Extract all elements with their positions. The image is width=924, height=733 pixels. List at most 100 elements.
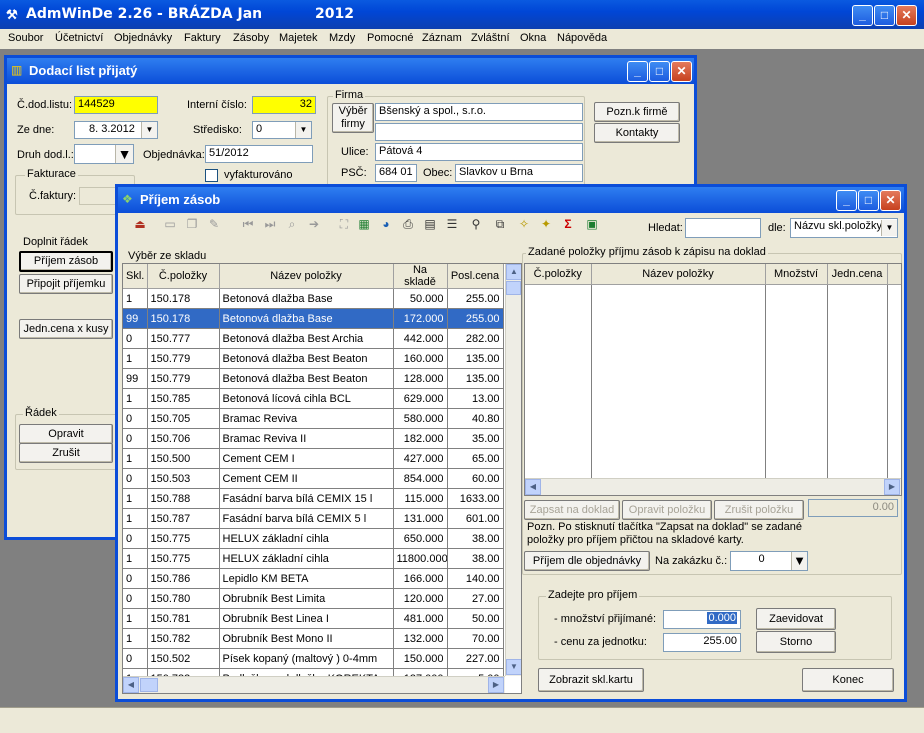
menu-soubor[interactable]: Soubor bbox=[8, 32, 43, 44]
firma-name-input[interactable]: Bšenský a spol., s.r.o. bbox=[375, 103, 583, 121]
col-nasklade[interactable]: Na skladě bbox=[393, 264, 448, 289]
scroll-right-icon[interactable]: ▶ bbox=[488, 677, 504, 693]
hledat-input[interactable] bbox=[685, 218, 761, 238]
wand2-icon[interactable]: ✦ bbox=[538, 216, 554, 232]
stredisko-dropdown-icon[interactable]: ▼ bbox=[295, 122, 311, 138]
stredisko-select[interactable]: 0 ▼ bbox=[252, 121, 312, 139]
prijem-title-bar[interactable]: ❖ Příjem zásob _ □ ✕ bbox=[118, 187, 904, 213]
hscroll-thumb[interactable] bbox=[140, 678, 158, 692]
table-row[interactable]: 0 150.777 Betonová dlažba Best Archia 442.0… bbox=[123, 328, 504, 349]
table-row[interactable]: 1 150.775 HELUX základní cihla 11800.000 38.… bbox=[123, 548, 504, 569]
entered-scroll-left-icon[interactable]: ◀ bbox=[525, 479, 541, 495]
dodaci-close-icon[interactable]: ✕ bbox=[671, 61, 692, 82]
druh-dropdown-icon[interactable]: ▼ bbox=[115, 145, 133, 163]
menu-zaznam[interactable]: Záznam bbox=[422, 32, 462, 44]
table-row[interactable]: 1 150.782 Obrubník Best Mono II 132.000 70.0… bbox=[123, 628, 504, 649]
menu-zasoby[interactable]: Zásoby bbox=[233, 32, 269, 44]
cena-input[interactable]: 255.00 bbox=[663, 633, 741, 652]
chart-icon[interactable]: ◕ bbox=[378, 216, 394, 232]
table-row[interactable]: 1 150.781 Obrubník Best Linea I 481.000 50.0… bbox=[123, 608, 504, 629]
last-icon[interactable]: ⏭ bbox=[262, 216, 278, 232]
excel-icon[interactable]: ▦ bbox=[356, 216, 372, 232]
firma-name2-input[interactable] bbox=[375, 123, 583, 141]
menu-zvlastni[interactable]: Zvláštní bbox=[471, 32, 510, 44]
select-icon[interactable]: ⛶ bbox=[336, 216, 352, 232]
na-zakazku-dropdown-icon[interactable]: ▼ bbox=[791, 552, 807, 570]
goto-icon[interactable]: ➔ bbox=[306, 216, 322, 232]
dodaci-minimize-icon[interactable]: _ bbox=[627, 61, 648, 82]
table-row[interactable]: 1 150.178 Betonová dlažba Base 50.000 255.00 bbox=[123, 288, 504, 309]
binoculars-icon[interactable]: ⚲ bbox=[468, 216, 484, 232]
prijem-minimize-icon[interactable]: _ bbox=[836, 190, 857, 211]
maximize-icon[interactable]: □ bbox=[874, 5, 895, 26]
kontakty-button[interactable]: Kontakty bbox=[594, 123, 680, 143]
vyfakturovano-checkbox[interactable] bbox=[205, 169, 218, 182]
table-row[interactable]: 1 150.788 Fasádní barva bílá CEMIX 15 l 115… bbox=[123, 488, 504, 509]
close-icon[interactable]: ✕ bbox=[896, 5, 917, 26]
table-row[interactable]: 1 150.779 Betonová dlažba Best Beaton 160.0… bbox=[123, 348, 504, 369]
rcol-jedncena[interactable]: Jedn.cena bbox=[827, 264, 888, 285]
table-row[interactable]: 0 150.706 Bramac Reviva II 182.000 35.00 bbox=[123, 428, 504, 449]
search-icon[interactable]: ⌕ bbox=[284, 216, 300, 232]
zaevidovat-button[interactable]: Zaevidovat bbox=[756, 608, 836, 630]
col-nazev[interactable]: Název položky bbox=[219, 264, 394, 289]
table-row[interactable]: 0 150.705 Bramac Reviva 580.000 40.80 bbox=[123, 408, 504, 429]
menu-napoveda[interactable]: Nápověda bbox=[557, 32, 607, 44]
zapsat-button[interactable]: Zapsat na doklad bbox=[524, 500, 620, 520]
calculator-icon[interactable]: ▣ bbox=[584, 216, 600, 232]
pripojit-prijemku-button[interactable]: Připojit příjemku bbox=[19, 274, 113, 294]
prijem-zasob-button[interactable]: Příjem zásob bbox=[19, 251, 113, 272]
objednavka-input[interactable]: 51/2012 bbox=[205, 145, 313, 163]
scroll-thumb[interactable] bbox=[506, 281, 521, 295]
table-row[interactable]: 0 150.502 Písek kopaný (maltový ) 0-4mm 150… bbox=[123, 648, 504, 669]
menu-objednavky[interactable]: Objednávky bbox=[114, 32, 172, 44]
app-title-bar[interactable]: ⚒ AdmWinDe 2.26 - BRÁZDA Jan 2012 _ □ ✕ bbox=[0, 0, 924, 29]
konec-button[interactable]: Konec bbox=[802, 668, 894, 692]
opravit-polozku-button[interactable]: Opravit položku bbox=[622, 500, 712, 520]
cdod-input[interactable]: 144529 bbox=[74, 96, 158, 114]
dle-dropdown-icon[interactable]: ▼ bbox=[881, 220, 897, 236]
list-icon[interactable]: ☰ bbox=[444, 216, 460, 232]
table-icon[interactable]: ▤ bbox=[422, 216, 438, 232]
sum-icon[interactable]: Σ bbox=[560, 216, 576, 232]
print-icon[interactable]: ⎙ bbox=[400, 216, 416, 232]
table-row[interactable]: 1 150.787 Fasádní barva bílá CEMIX 5 l 131.… bbox=[123, 508, 504, 529]
prijem-close-icon[interactable]: ✕ bbox=[880, 190, 901, 211]
scroll-up-icon[interactable]: ▲ bbox=[506, 264, 521, 280]
rcol-cpolozky[interactable]: Č.položky bbox=[525, 264, 592, 285]
table-row[interactable]: 1 150.500 Cement CEM I 427.000 65.00 bbox=[123, 448, 504, 469]
druh-select[interactable]: ▼ bbox=[74, 144, 134, 164]
na-zakazku-select[interactable]: 0 ▼ bbox=[730, 551, 808, 571]
table-row[interactable]: 99 150.779 Betonová dlažba Best Beaton 128.… bbox=[123, 368, 504, 389]
table-row[interactable]: 0 150.780 Obrubník Best Limita 120.000 27.00 bbox=[123, 588, 504, 609]
exit-icon[interactable]: ⏏ bbox=[132, 216, 148, 232]
boxes-icon[interactable]: ⧉ bbox=[492, 216, 508, 232]
edit-icon[interactable]: ✎ bbox=[206, 216, 222, 232]
interni-input[interactable]: 32 bbox=[252, 96, 316, 114]
menu-majetek[interactable]: Majetek bbox=[279, 32, 318, 44]
prijem-dle-objednavky-button[interactable]: Příjem dle objednávky bbox=[524, 551, 650, 571]
ulice-input[interactable]: Pátová 4 bbox=[375, 143, 583, 161]
zobrazit-skl-kartu-button[interactable]: Zobrazit skl.kartu bbox=[538, 668, 644, 692]
psc-input[interactable]: 684 01 bbox=[375, 164, 417, 182]
menu-faktury[interactable]: Faktury bbox=[184, 32, 221, 44]
table-row[interactable]: 0 150.775 HELUX základní cihla 650.000 38.00 bbox=[123, 528, 504, 549]
zrusit-polozku-button[interactable]: Zrušit položku bbox=[714, 500, 804, 520]
dodaci-maximize-icon[interactable]: □ bbox=[649, 61, 670, 82]
dle-select[interactable]: Názvu skl.položky ▼ bbox=[790, 218, 898, 238]
pozn-firme-button[interactable]: Pozn.k firmě bbox=[594, 102, 680, 122]
menu-ucetnictvi[interactable]: Účetnictví bbox=[55, 32, 103, 44]
new-icon[interactable]: ▭ bbox=[162, 216, 178, 232]
prijem-maximize-icon[interactable]: □ bbox=[858, 190, 879, 211]
zrusit-button[interactable]: Zrušit bbox=[19, 443, 113, 463]
table-row[interactable]: 0 150.503 Cement CEM II 854.000 60.00 bbox=[123, 468, 504, 489]
vyber-firmy-button[interactable]: Výběr firmy bbox=[332, 103, 374, 133]
opravit-button[interactable]: Opravit bbox=[19, 424, 113, 444]
storno-button[interactable]: Storno bbox=[756, 631, 836, 653]
zedne-dropdown-icon[interactable]: ▼ bbox=[141, 122, 157, 138]
table-row[interactable]: 99 150.178 Betonová dlažba Base 172.000 255.… bbox=[123, 308, 504, 329]
menu-okna[interactable]: Okna bbox=[520, 32, 546, 44]
col-poslcena[interactable]: Posl.cena bbox=[447, 264, 504, 289]
entered-hscrollbar[interactable]: ◀ ▶ bbox=[525, 478, 901, 495]
table-row[interactable]: 0 150.786 Lepidlo KM BETA 166.000 140.00 bbox=[123, 568, 504, 589]
